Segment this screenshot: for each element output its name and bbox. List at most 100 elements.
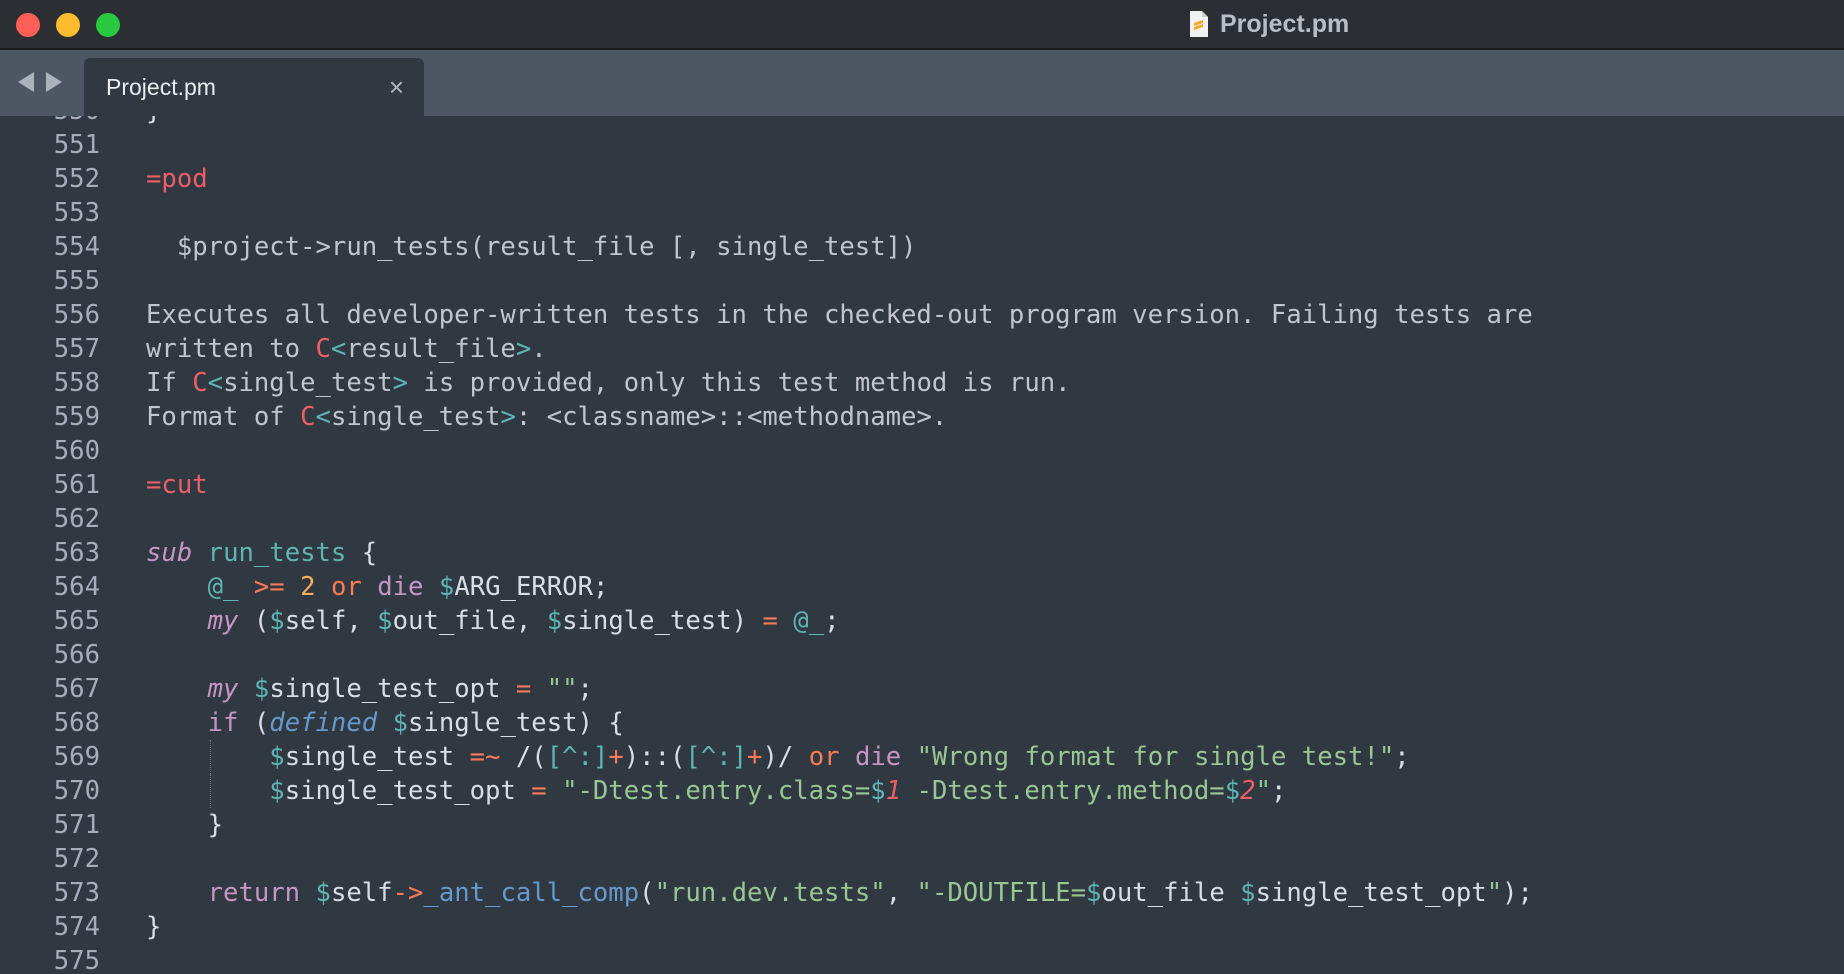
- line-number: 568: [53, 708, 100, 738]
- code-line[interactable]: 571 }: [0, 808, 1844, 842]
- code-line[interactable]: 565 my ($self, $out_file, $single_test) …: [0, 604, 1844, 638]
- code-token: "-Dtest.entry.class=: [562, 776, 871, 806]
- line-text: @_ >= 2 or die $ARG_ERROR;: [146, 570, 609, 604]
- code-line[interactable]: 562: [0, 502, 1844, 536]
- window-title: Project.pm: [1188, 0, 1349, 48]
- code-token: out_file: [1101, 878, 1241, 908]
- code-line[interactable]: 574}: [0, 910, 1844, 944]
- code-token: single_test: [284, 742, 470, 772]
- code-token: =cut: [146, 470, 208, 500]
- line-number: 571: [53, 810, 100, 840]
- line-text: my $single_test_opt = "";: [146, 672, 593, 706]
- line-number: 573: [53, 878, 100, 908]
- maximize-window-button[interactable]: [96, 13, 120, 37]
- line-text: if (defined $single_test) {: [146, 706, 624, 740]
- line-number: 575: [53, 946, 100, 974]
- close-window-button[interactable]: [16, 13, 40, 37]
- code-token: single_test: [223, 368, 393, 398]
- code-token: ARG_ERROR;: [454, 572, 609, 602]
- code-line[interactable]: 559 Format of C<single_test>: <classname>…: [0, 400, 1844, 434]
- code-line[interactable]: 552 =pod: [0, 162, 1844, 196]
- code-editor[interactable]: 550}551552=pod553554 $project->run_tests…: [0, 116, 1844, 974]
- code-token: (: [238, 606, 270, 636]
- code-line[interactable]: 555: [0, 264, 1844, 298]
- code-line[interactable]: 550}: [0, 116, 1844, 128]
- code-token: C: [300, 402, 316, 432]
- code-line[interactable]: 568 if (defined $single_test) {: [0, 706, 1844, 740]
- code-line[interactable]: 575: [0, 944, 1844, 974]
- code-line[interactable]: 554 $project->run_tests(result_file [, s…: [0, 230, 1844, 264]
- code-line[interactable]: 553: [0, 196, 1844, 230]
- code-token: =: [515, 674, 532, 704]
- code-token: $: [438, 572, 455, 602]
- code-token: sub: [146, 538, 193, 568]
- code-token: @_: [793, 606, 825, 636]
- line-text: $single_test =~ /([^:]+)::([^:]+)/ or di…: [146, 740, 1409, 774]
- line-number: 566: [53, 640, 100, 670]
- line-number: 560: [53, 436, 100, 466]
- code-token: is provided, only this test method is ru…: [408, 368, 1071, 398]
- minimize-window-button[interactable]: [56, 13, 80, 37]
- code-token: or: [330, 572, 362, 602]
- code-token: <: [330, 334, 347, 364]
- tab-close-icon[interactable]: ×: [389, 58, 404, 116]
- code-token: :(: [654, 742, 686, 772]
- line-number: 572: [53, 844, 100, 874]
- code-token: =~: [469, 742, 501, 772]
- code-line[interactable]: 566: [0, 638, 1844, 672]
- code-token: $: [269, 742, 285, 772]
- code-token: 2: [1240, 776, 1256, 806]
- code-line[interactable]: 564 @_ >= 2 or die $ARG_ERROR;: [0, 570, 1844, 604]
- code-line[interactable]: 561 =cut: [0, 468, 1844, 502]
- code-line[interactable]: 558 If C<single_test> is provided, only t…: [0, 366, 1844, 400]
- code-token: : <classname>::<methodname>.: [515, 402, 948, 432]
- line-text: If C<single_test> is provided, only this…: [146, 366, 1071, 400]
- line-text: my ($self, $out_file, $single_test) = @_…: [146, 604, 840, 638]
- code-line[interactable]: 556 Executes all developer-written tests …: [0, 298, 1844, 332]
- code-token: +: [747, 742, 763, 772]
- line-number: 574: [53, 912, 100, 942]
- code-token: self: [330, 878, 393, 908]
- code-token: Format of: [146, 402, 301, 432]
- code-line[interactable]: 570 $single_test_opt = "-Dtest.entry.cla…: [0, 774, 1844, 808]
- code-token: +: [608, 742, 624, 772]
- code-token: $: [870, 776, 886, 806]
- code-token: <: [207, 368, 224, 398]
- code-line[interactable]: 567 my $single_test_opt = "";: [0, 672, 1844, 706]
- code-token: @_: [207, 572, 239, 602]
- code-token: $: [1086, 878, 1102, 908]
- code-line[interactable]: 569 $single_test =~ /([^:]+)::([^:]+)/ o…: [0, 740, 1844, 774]
- code-line[interactable]: 551: [0, 128, 1844, 162]
- line-number: 559: [53, 402, 100, 432]
- code-token: defined: [269, 708, 378, 738]
- code-line[interactable]: 572: [0, 842, 1844, 876]
- line-number: 561: [53, 470, 100, 500]
- code-token: ;: [824, 606, 840, 636]
- code-line[interactable]: 557 written to C<result_file>.: [0, 332, 1844, 366]
- code-line[interactable]: 560: [0, 434, 1844, 468]
- tab-project-pm[interactable]: Project.pm ×: [84, 58, 424, 116]
- next-tab-arrow-icon[interactable]: [46, 72, 62, 92]
- line-text: =pod: [146, 162, 208, 196]
- code-token: 1: [885, 776, 902, 806]
- previous-tab-arrow-icon[interactable]: [18, 72, 34, 92]
- code-token: }: [146, 810, 224, 840]
- code-line[interactable]: 573 return $self->_ant_call_comp("run.de…: [0, 876, 1844, 910]
- code-token: }: [146, 116, 161, 126]
- code-token: ;: [1270, 776, 1287, 806]
- code-line[interactable]: 563 sub run_tests {: [0, 536, 1844, 570]
- code-token: (: [238, 708, 270, 738]
